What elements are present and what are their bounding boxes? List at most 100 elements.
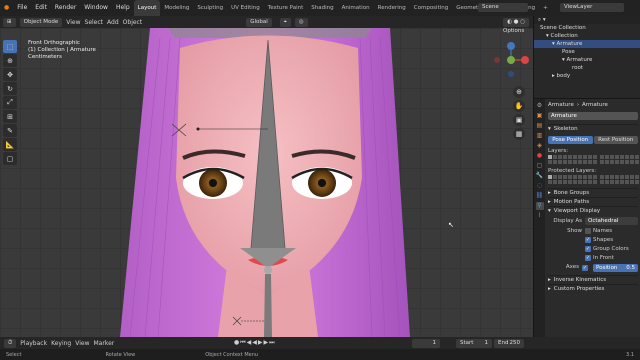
- in-front-checkbox[interactable]: ✓: [585, 254, 591, 261]
- outliner-row-armature-data[interactable]: ▾ Armature: [534, 56, 640, 64]
- physics-tab-icon[interactable]: ◌: [536, 182, 544, 190]
- menu-timeline-view[interactable]: View: [75, 340, 89, 347]
- rotate-icon[interactable]: ↻: [3, 82, 17, 95]
- world-tab-icon[interactable]: ●: [536, 152, 544, 160]
- viewport-display-panel-header[interactable]: ▾ Viewport Display: [548, 206, 638, 215]
- playback-controls[interactable]: ●⏮◀◀▶▶⏭: [234, 339, 276, 347]
- tab-sculpting[interactable]: Sculpting: [193, 0, 227, 16]
- object-tab-icon[interactable]: ▢: [536, 162, 544, 170]
- measure-icon[interactable]: 📐: [3, 138, 17, 151]
- tab-compositing[interactable]: Compositing: [410, 0, 452, 16]
- armature-data-tab-icon[interactable]: ⚲: [535, 202, 544, 210]
- modifier-tab-icon[interactable]: 🔧: [536, 172, 544, 180]
- menu-playback[interactable]: Playback: [20, 340, 47, 347]
- navigation-gizmo[interactable]: [491, 40, 531, 80]
- scene-tab-icon[interactable]: ◈: [536, 142, 544, 150]
- character-model: [120, 28, 410, 337]
- menu-render[interactable]: Render: [51, 0, 80, 16]
- options-dropdown[interactable]: Options: [499, 28, 529, 36]
- motion-paths-panel-header[interactable]: ▸ Motion Paths: [548, 197, 638, 206]
- shading-mode-icons[interactable]: ◐ ● ○: [503, 17, 529, 27]
- transform-orientation-dropdown[interactable]: Global: [246, 17, 272, 27]
- protected-layers-grid[interactable]: [548, 175, 639, 184]
- blender-logo-icon[interactable]: ●: [0, 0, 13, 16]
- end-frame-field[interactable]: End 250: [494, 339, 524, 348]
- menu-edit[interactable]: Edit: [31, 0, 51, 16]
- timeline-editor-icon[interactable]: ⏱: [4, 338, 17, 348]
- menu-select[interactable]: Select: [85, 19, 104, 26]
- cursor-icon[interactable]: ⊕: [3, 54, 17, 67]
- group-colors-checkbox[interactable]: ✓: [585, 245, 591, 252]
- add-cube-icon[interactable]: ▢: [3, 152, 17, 165]
- display-as-dropdown[interactable]: Octahedral: [585, 217, 638, 225]
- outliner-row-root[interactable]: root: [534, 64, 640, 72]
- tab-layout[interactable]: Layout: [133, 0, 161, 16]
- grid-icon[interactable]: ▦: [513, 128, 525, 140]
- menu-file[interactable]: File: [13, 0, 31, 16]
- output-tab-icon[interactable]: ▤: [536, 122, 544, 130]
- axes-checkbox[interactable]: ✓: [582, 264, 588, 271]
- outliner-row-armature[interactable]: ▾ Armature: [534, 40, 640, 48]
- shapes-checkbox[interactable]: ✓: [585, 236, 591, 243]
- names-checkbox[interactable]: [585, 227, 591, 234]
- editor-type-icon[interactable]: ⊞: [3, 17, 16, 27]
- position-toggle: Pose Position Rest Position: [548, 136, 638, 144]
- outliner-row-scene-collection[interactable]: Scene Collection: [534, 24, 640, 32]
- transform-icon[interactable]: ⊞: [3, 110, 17, 123]
- menu-help[interactable]: Help: [112, 0, 134, 16]
- menu-marker[interactable]: Marker: [93, 340, 114, 347]
- constraint-tab-icon[interactable]: ⛓: [536, 192, 544, 200]
- outliner-row-body[interactable]: ▸ body: [534, 72, 640, 80]
- show-label: Show: [567, 228, 582, 234]
- skeleton-label: Skeleton: [553, 126, 578, 132]
- axes-position-value: 0.5: [626, 264, 635, 271]
- inverse-kinematics-panel-header[interactable]: ▸ Inverse Kinematics: [548, 275, 638, 284]
- options-label: Options: [499, 28, 529, 34]
- menu-add[interactable]: Add: [107, 19, 119, 26]
- pose-position-button[interactable]: Pose Position: [548, 136, 593, 144]
- camera-icon[interactable]: ▣: [513, 114, 525, 126]
- tab-uv-editing[interactable]: UV Editing: [227, 0, 264, 16]
- add-workspace-icon[interactable]: +: [539, 0, 552, 16]
- start-frame-field[interactable]: Start 1: [456, 339, 492, 348]
- select-box-icon[interactable]: ⬚: [3, 40, 17, 53]
- tab-rendering[interactable]: Rendering: [374, 0, 410, 16]
- collection-label: Collection: [550, 33, 578, 39]
- view-layer-selector[interactable]: ViewLayer: [560, 3, 624, 12]
- armature-name-field[interactable]: Armature: [548, 112, 638, 120]
- tab-texture-paint[interactable]: Texture Paint: [264, 0, 308, 16]
- scale-icon[interactable]: ⤢: [3, 96, 17, 109]
- tool-tab-icon[interactable]: ⚙: [536, 102, 544, 110]
- menu-view[interactable]: View: [66, 19, 80, 26]
- 3d-viewport[interactable]: Front Orthographic (1) Collection | Arma…: [0, 28, 533, 337]
- outliner-row-collection[interactable]: ▾ Collection: [534, 32, 640, 40]
- start-label: Start: [460, 340, 474, 346]
- move-icon[interactable]: ✥: [3, 68, 17, 81]
- menu-object[interactable]: Object: [123, 19, 143, 26]
- render-tab-icon[interactable]: ▣: [536, 112, 544, 120]
- bone-groups-panel-header[interactable]: ▸ Bone Groups: [548, 188, 638, 197]
- custom-properties-panel-header[interactable]: ▸ Custom Properties: [548, 284, 638, 293]
- mode-dropdown[interactable]: Object Mode: [19, 17, 63, 27]
- outliner-row-pose[interactable]: Pose: [534, 48, 640, 56]
- layers-grid[interactable]: [548, 155, 639, 164]
- snap-icon[interactable]: ⌖: [279, 17, 291, 27]
- scene-selector[interactable]: Scene: [478, 3, 528, 12]
- menu-window[interactable]: Window: [80, 0, 112, 16]
- pan-hand-icon[interactable]: ✋: [513, 100, 525, 112]
- tab-shading[interactable]: Shading: [307, 0, 337, 16]
- tab-modeling[interactable]: Modeling: [160, 0, 193, 16]
- bone-tab-icon[interactable]: ⌇: [536, 212, 544, 220]
- tab-animation[interactable]: Animation: [338, 0, 374, 16]
- view-layer-tab-icon[interactable]: ▥: [536, 132, 544, 140]
- proportional-edit-icon[interactable]: ◎: [294, 17, 308, 27]
- rest-position-button[interactable]: Rest Position: [593, 136, 638, 144]
- axes-label: Axes: [565, 264, 579, 270]
- skeleton-panel-header[interactable]: ▾ Skeleton: [548, 124, 638, 133]
- status-select: Select: [6, 351, 22, 358]
- current-frame-field[interactable]: 1: [412, 339, 440, 348]
- axes-position-slider[interactable]: Position 0.5: [593, 263, 638, 272]
- menu-keying[interactable]: Keying: [51, 340, 71, 347]
- zoom-icon[interactable]: ⊕: [513, 86, 525, 98]
- annotate-icon[interactable]: ✎: [3, 124, 17, 137]
